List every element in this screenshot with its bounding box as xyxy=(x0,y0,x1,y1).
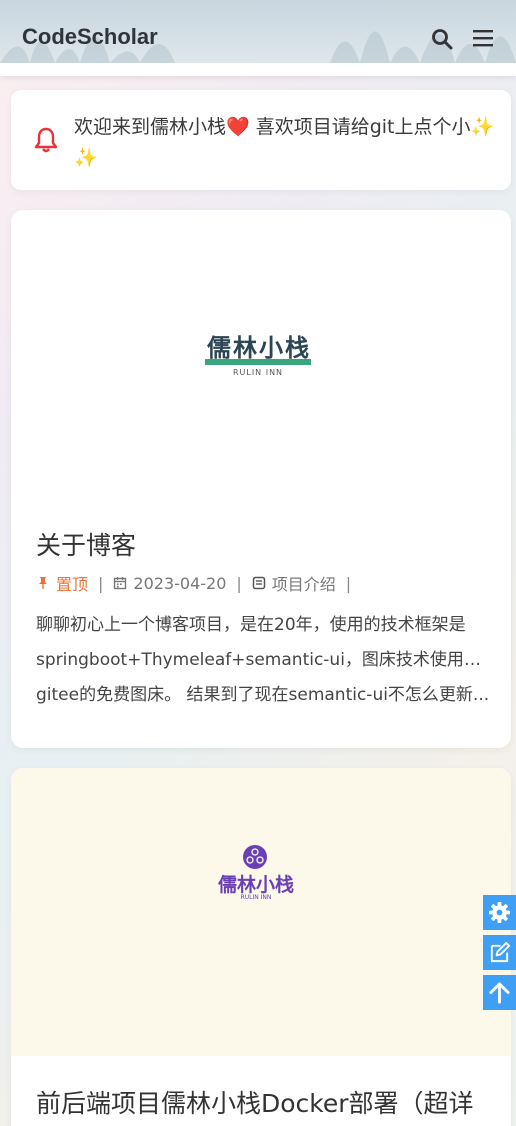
logo-text: 儒林小栈 xyxy=(217,874,294,896)
meta-separator: | xyxy=(236,573,242,593)
logo-text: 儒林小栈 xyxy=(207,334,311,362)
post-card[interactable]: 儒林小栈 RULIN INN 关于博客 置顶 | 2023-04-20 | 项目… xyxy=(11,210,511,748)
back-to-top-button[interactable] xyxy=(483,975,516,1010)
gear-icon xyxy=(488,901,511,924)
site-logo: 儒林小栈 RULIN INN xyxy=(211,844,301,904)
write-post-button[interactable] xyxy=(483,935,516,970)
site-logo: 儒林小栈 RULIN INN xyxy=(205,328,313,382)
post-meta: 置顶 | 2023-04-20 | 项目介绍 | xyxy=(36,572,361,594)
post-title[interactable]: 前后端项目儒林小栈Docker部署（超详 xyxy=(36,1084,474,1120)
top-navbar: CodeScholar xyxy=(0,0,516,76)
excerpt-line: gitee的免费图床。 结果到了现在semantic-ui不怎么更新... xyxy=(36,685,490,705)
post-title[interactable]: 关于博客 xyxy=(36,526,136,562)
logo-subtext: RULIN INN xyxy=(232,368,284,377)
logo-emblem-icon xyxy=(243,845,267,869)
post-category[interactable]: 项目介绍 xyxy=(272,571,336,595)
calendar-icon xyxy=(114,577,127,590)
pinned-label: 置顶 xyxy=(56,575,89,594)
excerpt-line: springboot+Thymeleaf+semantic-ui，图床技术使用的… xyxy=(36,650,491,670)
post-card[interactable]: 儒林小栈 RULIN INN 前后端项目儒林小栈Docker部署（超详 xyxy=(11,768,511,1126)
pinned-badge: 置顶 xyxy=(36,571,88,595)
post-cover-image[interactable]: 儒林小栈 RULIN INN xyxy=(11,768,511,1056)
arrow-up-icon xyxy=(489,982,510,1004)
logo-underline xyxy=(205,359,311,365)
edit-icon xyxy=(490,941,511,963)
meta-separator: | xyxy=(345,573,352,593)
announcement-card: 欢迎来到儒林小栈❤️ 喜欢项目请给git上点个小✨ ✨ xyxy=(11,90,511,190)
meta-separator: | xyxy=(98,573,104,593)
bell-icon xyxy=(34,127,58,153)
category-icon xyxy=(252,576,266,590)
header-underline xyxy=(0,63,516,76)
pin-icon xyxy=(39,577,47,589)
menu-icon[interactable] xyxy=(472,27,494,49)
post-date: 2023-04-20 xyxy=(133,573,227,593)
logo-subtext: RULIN INN xyxy=(240,894,272,901)
announcement-text: 欢迎来到儒林小栈❤️ 喜欢项目请给git上点个小✨ ✨ xyxy=(74,116,495,169)
site-brand[interactable]: CodeScholar xyxy=(22,24,158,50)
post-cover-image[interactable]: 儒林小栈 RULIN INN xyxy=(11,210,511,500)
excerpt-line: 聊聊初心上一个博客项目，是在20年，使用的技术框架是 xyxy=(36,615,466,635)
settings-button[interactable] xyxy=(483,895,516,930)
search-icon[interactable] xyxy=(430,27,454,51)
post-excerpt: 聊聊初心上一个博客项目，是在20年，使用的技术框架是 springboot+Th… xyxy=(36,608,491,713)
